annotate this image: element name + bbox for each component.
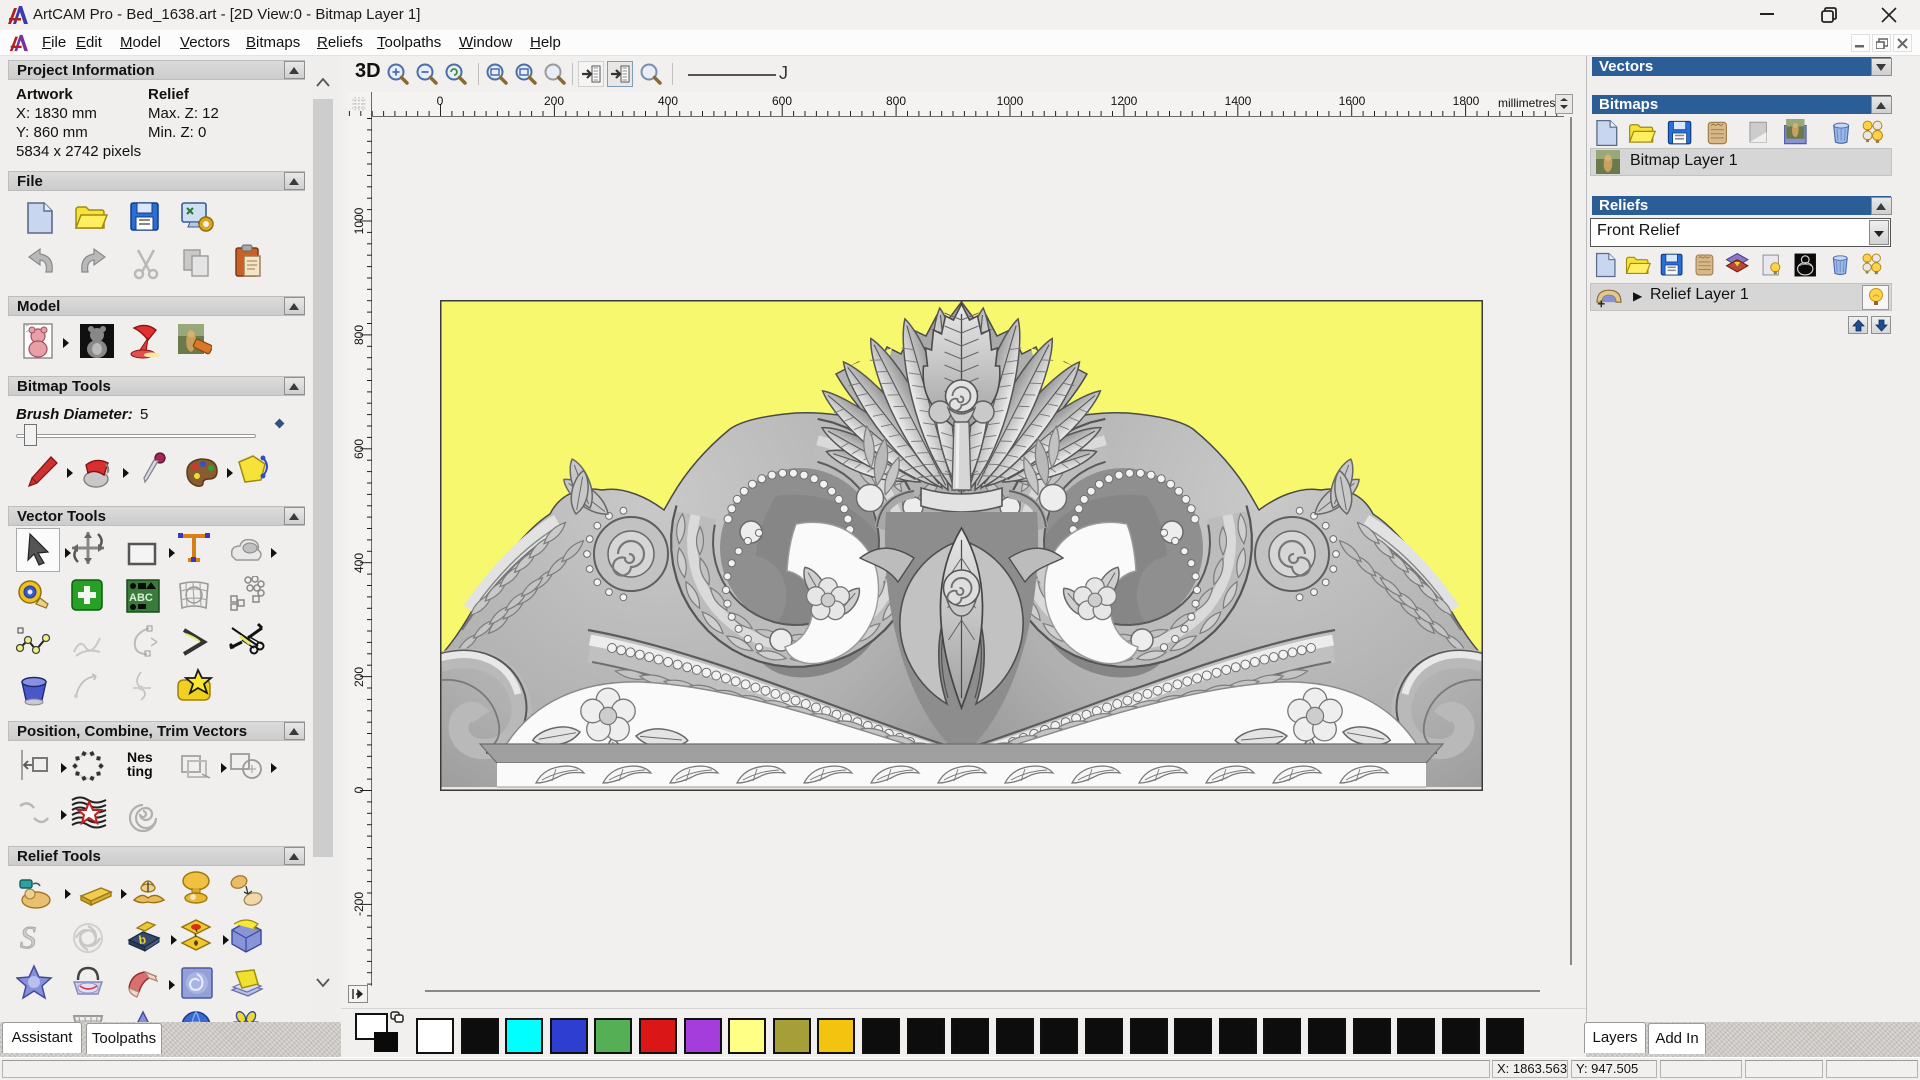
svg-text:S: S	[20, 920, 36, 955]
svg-text:ting: ting	[127, 763, 153, 779]
svg-text:ABC: ABC	[129, 592, 153, 604]
